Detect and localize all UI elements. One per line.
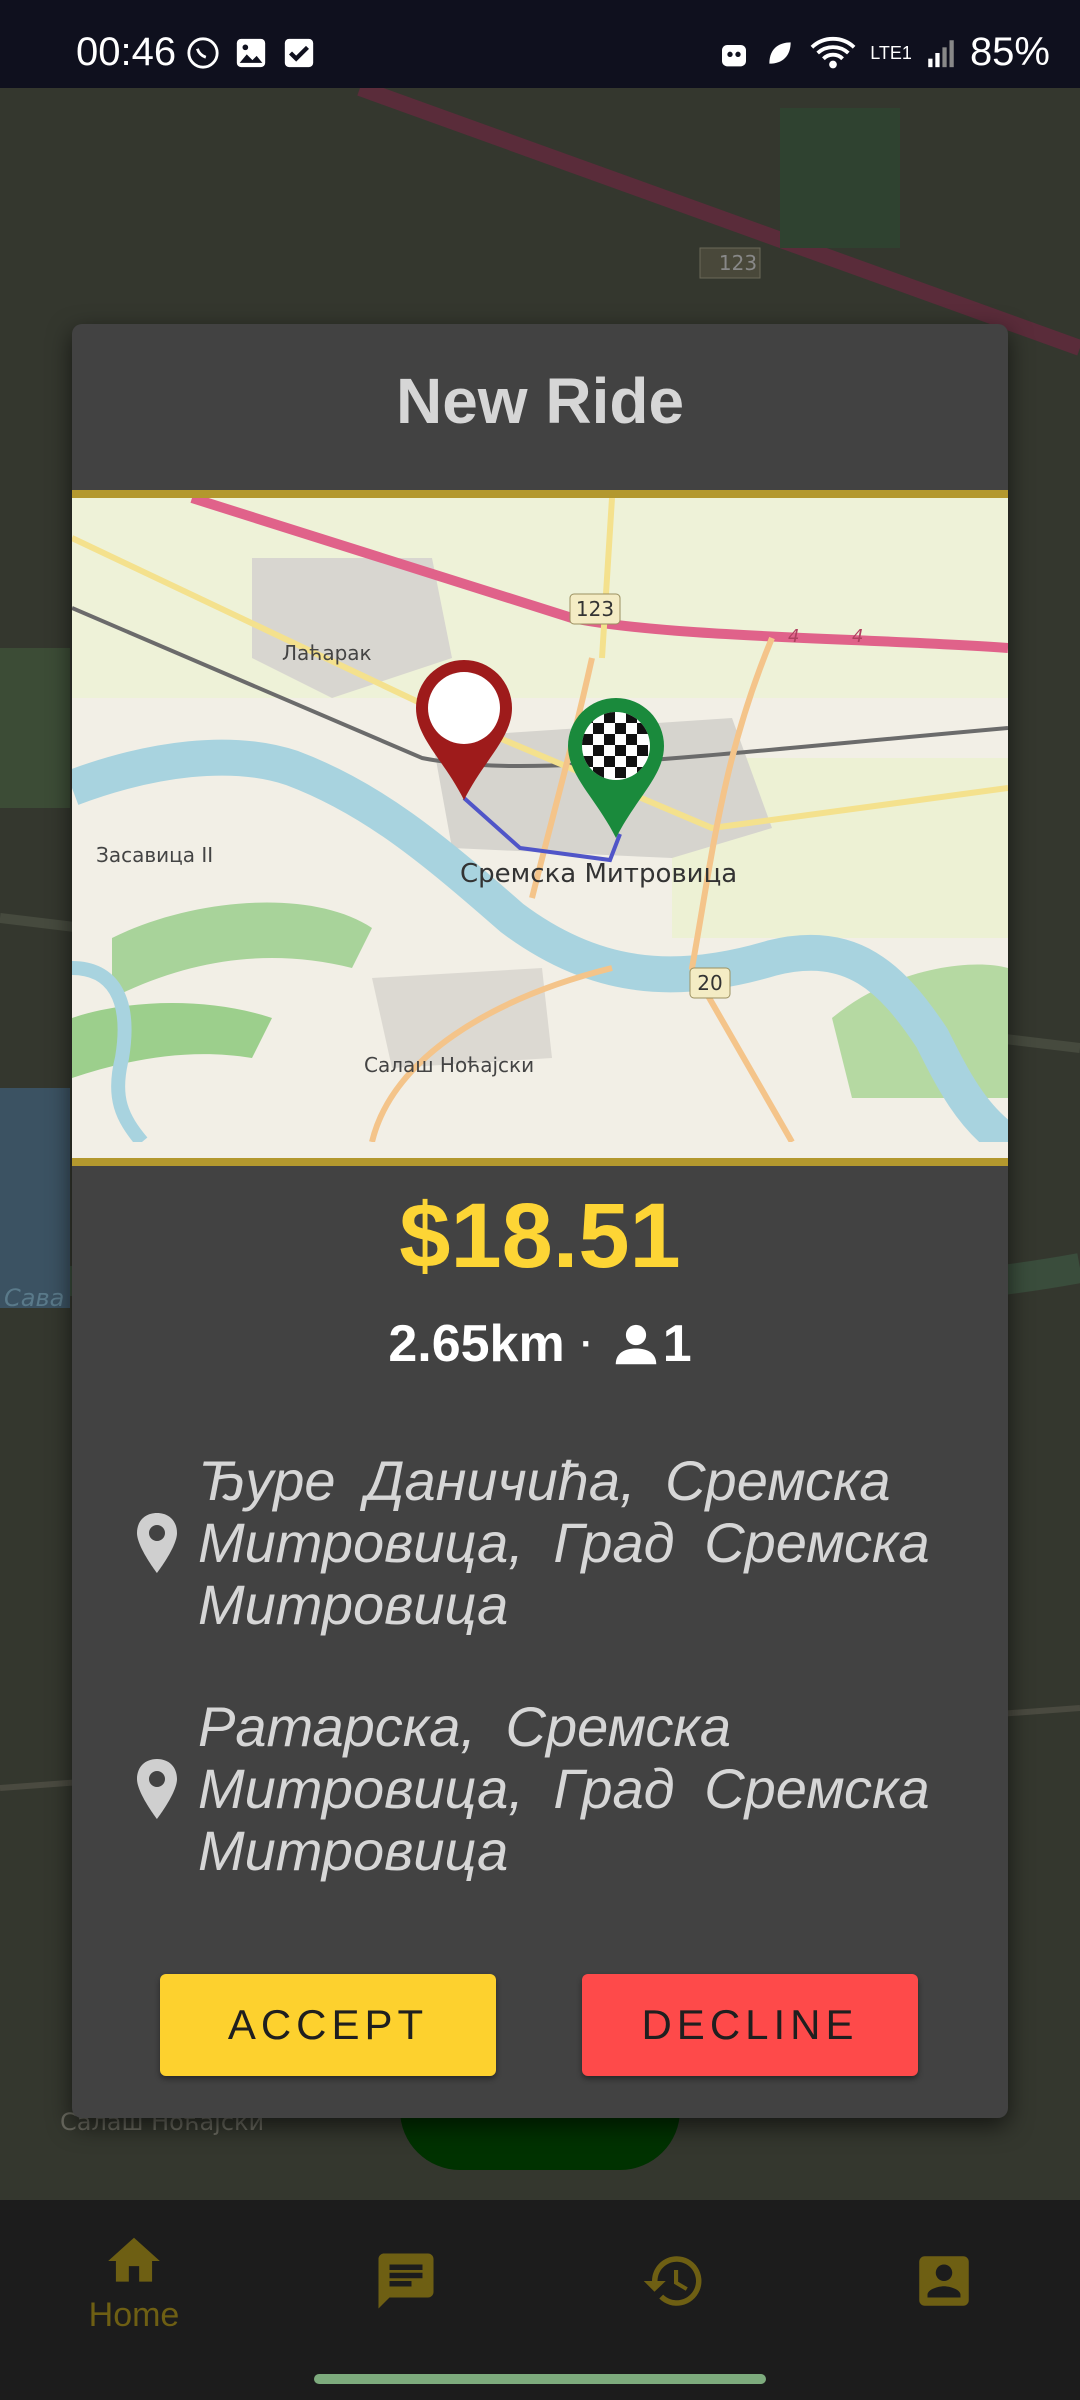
gallery-icon xyxy=(236,38,266,68)
checkbox-icon xyxy=(284,38,314,68)
meta-separator: · xyxy=(580,1323,593,1364)
battery-level: 85% xyxy=(969,30,1050,74)
road-number-20: 20 xyxy=(697,971,722,995)
gesture-area xyxy=(0,2360,1080,2400)
label-lacarak: Лаћарак xyxy=(282,641,372,665)
chat-icon xyxy=(378,2253,434,2309)
route-map[interactable]: 123 20 4 4 Лаћарак Засавица II Салаш Ноћ… xyxy=(72,490,1008,1166)
status-bar: 00:46 LTE1 85% xyxy=(0,0,1080,88)
pickup-address-row: Ђуре Даничића, Сремска Митровица, Град С… xyxy=(132,1450,992,1636)
gesture-handle[interactable] xyxy=(314,2374,766,2384)
road-number-4a: 4 xyxy=(788,626,799,647)
whatsapp-icon xyxy=(187,37,219,69)
signal-icon xyxy=(928,39,954,67)
bg-label-sava: Сава xyxy=(4,1284,64,1312)
road-number-123: 123 xyxy=(576,597,614,621)
bottom-navigation: Home xyxy=(0,2200,1080,2360)
road-number-4b: 4 xyxy=(852,626,863,647)
robot-icon xyxy=(722,44,747,66)
pickup-address: Ђуре Даничића, Сремска Митровица, Град С… xyxy=(198,1449,930,1636)
person-icon xyxy=(615,1324,656,1365)
nav-account[interactable] xyxy=(884,2248,1004,2314)
account-icon xyxy=(919,2256,969,2306)
history-icon xyxy=(643,2256,702,2306)
dropoff-address: Ратарска, Сремска Митровица, Град Сремск… xyxy=(198,1695,930,1882)
bg-road-number: 123 xyxy=(719,251,757,275)
status-time: 00:46 xyxy=(76,30,177,74)
ride-meta: 2.65km · 1 xyxy=(72,1314,1008,1374)
decline-button[interactable]: DECLINE xyxy=(582,1974,918,2076)
passenger-count: 1 xyxy=(662,1315,692,1373)
notification-icons xyxy=(186,36,316,70)
nav-chat[interactable] xyxy=(346,2248,466,2314)
location-pin-icon xyxy=(137,1759,177,1819)
nav-home[interactable]: Home xyxy=(74,2230,194,2335)
leaf-icon xyxy=(769,41,791,64)
ride-price: $18.51 xyxy=(399,1185,681,1287)
accept-button[interactable]: ACCEPT xyxy=(160,1974,496,2076)
nav-home-label: Home xyxy=(88,2296,180,2334)
ride-distance: 2.65km xyxy=(388,1315,565,1373)
system-icons: LTE1 85% xyxy=(718,30,1050,75)
dropoff-address-row: Ратарска, Сремска Митровица, Град Сремск… xyxy=(132,1696,992,1882)
network-label: LTE1 xyxy=(870,42,912,63)
nav-history[interactable] xyxy=(614,2248,734,2314)
new-ride-dialog: New Ride 123 20 4 4 Лаћарак Засавица II … xyxy=(72,324,1008,2118)
dialog-title: New Ride xyxy=(395,365,685,437)
label-city: Сремска Митровица xyxy=(460,859,737,889)
wifi-icon xyxy=(810,36,856,68)
home-icon xyxy=(108,2237,160,2282)
location-pin-icon xyxy=(137,1513,177,1573)
label-zasavica: Засавица II xyxy=(96,843,213,867)
label-salas: Салаш Ноћајски xyxy=(364,1053,534,1077)
